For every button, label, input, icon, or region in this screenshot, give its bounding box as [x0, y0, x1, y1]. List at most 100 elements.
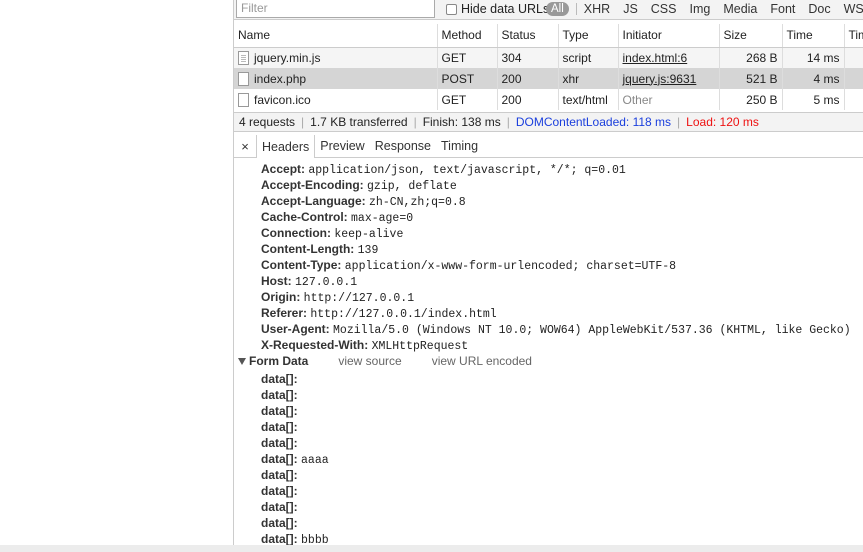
- type-filter-doc[interactable]: Doc: [808, 2, 830, 16]
- form-data-list: data[]: data[]: data[]: data[]: data[]: …: [261, 371, 863, 545]
- header-row: Content-Length: 139: [261, 241, 863, 257]
- summary-divider: |: [413, 115, 417, 129]
- summary-divider: |: [301, 115, 305, 129]
- form-data-row: data[]: aaaa: [261, 451, 863, 467]
- request-size: 521 B: [719, 68, 783, 89]
- form-data-section-header[interactable]: Form Data view source view URL encoded: [238, 352, 532, 370]
- tab-response[interactable]: Response: [370, 135, 436, 157]
- form-data-row: data[]:: [261, 371, 863, 387]
- document-file-icon: [238, 71, 249, 86]
- hide-data-urls-toggle[interactable]: Hide data URLs: [446, 0, 549, 18]
- request-time: 4 ms: [782, 68, 845, 89]
- type-filter-css[interactable]: CSS: [651, 2, 677, 16]
- header-row: Content-Type: application/x-www-form-url…: [261, 257, 863, 273]
- view-source-link[interactable]: view source: [338, 354, 401, 368]
- form-data-key: data[]:: [261, 484, 298, 498]
- type-filter-all[interactable]: All: [546, 2, 569, 16]
- header-value: zh-CN,zh;q=0.8: [369, 196, 466, 209]
- request-headers-list: Accept: application/json, text/javascrip…: [261, 161, 863, 353]
- table-row[interactable]: jquery.min.js GET 304 script index.html:…: [234, 47, 863, 68]
- request-name: favicon.ico: [254, 92, 311, 107]
- request-status: 200: [497, 89, 559, 110]
- request-initiator-link[interactable]: index.html:6: [623, 51, 688, 65]
- header-value: gzip, deflate: [367, 180, 457, 193]
- request-name-cell[interactable]: index.php: [234, 68, 438, 89]
- column-header-method[interactable]: Method: [437, 24, 498, 48]
- column-header-size[interactable]: Size: [719, 24, 783, 48]
- table-row[interactable]: favicon.ico GET 200 text/html Other 250 …: [234, 89, 863, 110]
- form-data-row: data[]:: [261, 499, 863, 515]
- form-data-row: data[]:: [261, 387, 863, 403]
- header-value: 139: [357, 244, 379, 257]
- form-data-key: data[]:: [261, 372, 298, 386]
- table-row[interactable]: index.php POST 200 xhr jquery.js:9631 52…: [234, 68, 863, 89]
- form-data-key: data[]:: [261, 420, 298, 434]
- summary-divider: |: [506, 115, 510, 129]
- header-key: Content-Type:: [261, 258, 342, 272]
- form-data-key: data[]:: [261, 436, 298, 450]
- summary-divider: |: [677, 115, 681, 129]
- resource-type-filters: All XHR JS CSS Img Media Font Doc WS O: [546, 0, 863, 18]
- request-initiator-cell[interactable]: jquery.js:9631: [618, 68, 720, 89]
- form-data-title: Form Data: [249, 354, 309, 368]
- type-filter-font[interactable]: Font: [770, 2, 795, 16]
- view-url-encoded-link[interactable]: view URL encoded: [432, 354, 532, 368]
- bottom-strip: [0, 545, 863, 552]
- form-data-key: data[]:: [261, 532, 298, 545]
- header-value: http://127.0.0.1/index.html: [310, 308, 497, 321]
- request-name-cell[interactable]: jquery.min.js: [234, 47, 438, 68]
- hide-data-urls-checkbox[interactable]: [446, 3, 457, 15]
- column-header-time[interactable]: Time: [782, 24, 845, 48]
- type-filter-ws[interactable]: WS: [844, 2, 863, 16]
- request-timeline: [844, 47, 863, 68]
- header-key: Host:: [261, 274, 292, 288]
- header-row: Host: 127.0.0.1: [261, 273, 863, 289]
- summary-load: Load: 120 ms: [686, 115, 759, 129]
- column-header-status[interactable]: Status: [497, 24, 559, 48]
- request-size: 268 B: [719, 47, 783, 68]
- header-row: Origin: http://127.0.0.1: [261, 289, 863, 305]
- request-name-cell[interactable]: favicon.ico: [234, 89, 438, 110]
- request-timeline: [844, 89, 863, 110]
- type-filter-js[interactable]: JS: [623, 2, 638, 16]
- header-key: Accept-Encoding:: [261, 178, 364, 192]
- request-type: xhr: [558, 68, 619, 89]
- header-row: X-Requested-With: XMLHttpRequest: [261, 337, 863, 353]
- filter-input[interactable]: [236, 0, 435, 18]
- header-key: Referer:: [261, 306, 308, 320]
- column-header-type[interactable]: Type: [558, 24, 619, 48]
- tab-timing[interactable]: Timing: [436, 135, 483, 157]
- header-key: Cache-Control:: [261, 210, 348, 224]
- summary-finish: Finish: 138 ms: [422, 115, 501, 129]
- form-data-key: data[]:: [261, 468, 298, 482]
- expand-triangle-icon[interactable]: [238, 357, 246, 365]
- header-key: Accept:: [261, 162, 306, 176]
- tab-headers[interactable]: Headers: [256, 135, 316, 158]
- header-key: Accept-Language:: [261, 194, 366, 208]
- form-data-key: data[]:: [261, 388, 298, 402]
- header-value: 127.0.0.1: [295, 276, 358, 289]
- type-filter-media[interactable]: Media: [723, 2, 757, 16]
- request-detail-tabs: × Headers Preview Response Timing: [234, 135, 863, 158]
- type-filter-xhr[interactable]: XHR: [584, 2, 610, 16]
- request-initiator-cell[interactable]: index.html:6: [618, 47, 720, 68]
- header-row: User-Agent: Mozilla/5.0 (Windows NT 10.0…: [261, 321, 863, 337]
- column-header-initiator[interactable]: Initiator: [618, 24, 720, 48]
- summary-domcontentloaded: DOMContentLoaded: 118 ms: [515, 115, 672, 129]
- column-header-timeline[interactable]: Tim: [844, 24, 863, 48]
- header-value: http://127.0.0.1: [303, 292, 415, 305]
- request-time: 14 ms: [782, 47, 845, 68]
- tab-preview[interactable]: Preview: [315, 135, 369, 157]
- column-header-name[interactable]: Name: [234, 24, 438, 48]
- request-initiator-link[interactable]: jquery.js:9631: [623, 72, 697, 86]
- close-icon[interactable]: ×: [234, 135, 256, 157]
- script-file-icon: [238, 50, 249, 65]
- request-time: 5 ms: [782, 89, 845, 110]
- form-data-row: data[]:: [261, 419, 863, 435]
- type-filter-img[interactable]: Img: [689, 2, 710, 16]
- request-method: GET: [437, 47, 498, 68]
- form-data-key: data[]:: [261, 500, 298, 514]
- form-data-key: data[]:: [261, 516, 298, 530]
- request-type: script: [558, 47, 619, 68]
- request-method: GET: [437, 89, 498, 110]
